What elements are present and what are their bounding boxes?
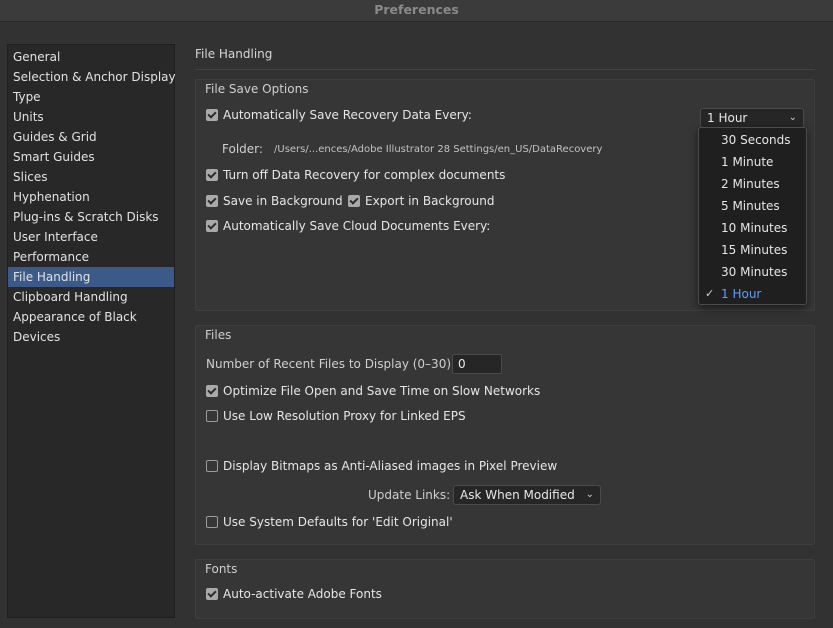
sidebar-item-file-handling[interactable]: File Handling (8, 267, 174, 287)
sidebar-item-plugins-scratch-disks[interactable]: Plug-ins & Scratch Disks (8, 207, 174, 227)
turn-off-recovery-label: Turn off Data Recovery for complex docum… (223, 168, 506, 182)
system-defaults-checkbox[interactable] (206, 516, 218, 528)
dropdown-option-2-minutes[interactable]: 2 Minutes (699, 173, 806, 195)
low-res-proxy-label: Use Low Resolution Proxy for Linked EPS (223, 409, 466, 423)
folder-path[interactable]: /Users/...ences/Adobe Illustrator 28 Set… (274, 144, 602, 155)
sidebar-item-appearance-of-black[interactable]: Appearance of Black (8, 307, 174, 327)
chevron-down-icon: ⌄ (788, 112, 797, 123)
sidebar-item-units[interactable]: Units (8, 107, 174, 127)
checkmark-icon: ✓ (705, 287, 715, 300)
dropdown-option-30-seconds[interactable]: 30 Seconds (699, 129, 806, 151)
update-links-label: Update Links: (368, 488, 451, 502)
save-in-background-row[interactable]: Save in Background (206, 192, 343, 210)
recovery-interval-select[interactable]: 1 Hour ⌄ (700, 108, 804, 128)
system-defaults-row[interactable]: Use System Defaults for 'Edit Original' (206, 513, 453, 531)
sidebar-item-devices[interactable]: Devices (8, 327, 174, 347)
sidebar-item-guides-grid[interactable]: Guides & Grid (8, 127, 174, 147)
sidebar-item-performance[interactable]: Performance (8, 247, 174, 267)
sidebar-item-clipboard-handling[interactable]: Clipboard Handling (8, 287, 174, 307)
export-in-background-row[interactable]: Export in Background (348, 192, 494, 210)
recovery-interval-value: 1 Hour (707, 111, 748, 125)
auto-activate-fonts-label: Auto-activate Adobe Fonts (223, 587, 382, 601)
sidebar-item-user-interface[interactable]: User Interface (8, 227, 174, 247)
save-in-background-label: Save in Background (223, 194, 343, 208)
optimize-checkbox[interactable] (206, 385, 218, 397)
anti-aliased-checkbox[interactable] (206, 460, 218, 472)
auto-activate-fonts-checkbox[interactable] (206, 588, 218, 600)
dropdown-option-30-minutes[interactable]: 30 Minutes (699, 261, 806, 283)
sidebar-item-smart-guides[interactable]: Smart Guides (8, 147, 174, 167)
auto-save-cloud-checkbox[interactable] (206, 220, 218, 232)
auto-save-recovery-row[interactable]: Automatically Save Recovery Data Every: (206, 106, 472, 124)
file-save-options-title: File Save Options (205, 82, 309, 96)
export-in-background-checkbox[interactable] (348, 195, 360, 207)
anti-aliased-row[interactable]: Display Bitmaps as Anti-Aliased images i… (206, 457, 557, 475)
auto-save-cloud-label: Automatically Save Cloud Documents Every… (223, 219, 491, 233)
recent-files-input[interactable]: 0 (452, 354, 502, 374)
turn-off-recovery-checkbox[interactable] (206, 169, 218, 181)
sidebar-item-slices[interactable]: Slices (8, 167, 174, 187)
turn-off-recovery-row[interactable]: Turn off Data Recovery for complex docum… (206, 166, 505, 184)
system-defaults-label: Use System Defaults for 'Edit Original' (223, 515, 453, 529)
update-links-select[interactable]: Ask When Modified ⌄ (453, 485, 601, 505)
export-in-background-label: Export in Background (365, 194, 495, 208)
auto-activate-fonts-row[interactable]: Auto-activate Adobe Fonts (206, 585, 382, 603)
page-title: File Handling (195, 47, 273, 61)
chevron-down-icon: ⌄ (585, 489, 594, 500)
auto-save-cloud-row[interactable]: Automatically Save Cloud Documents Every… (206, 217, 490, 235)
window-title: Preferences (374, 2, 459, 17)
sidebar-item-general[interactable]: General (8, 47, 174, 67)
sidebar-item-hyphenation[interactable]: Hyphenation (8, 187, 174, 207)
dropdown-option-1-minute[interactable]: 1 Minute (699, 151, 806, 173)
files-title: Files (205, 328, 232, 342)
dropdown-option-5-minutes[interactable]: 5 Minutes (699, 195, 806, 217)
recent-files-label: Number of Recent Files to Display (0–30)… (206, 357, 456, 371)
sidebar-item-type[interactable]: Type (8, 87, 174, 107)
header-divider (195, 69, 815, 70)
fonts-title: Fonts (205, 562, 238, 576)
optimize-label: Optimize File Open and Save Time on Slow… (223, 384, 541, 398)
auto-save-recovery-label: Automatically Save Recovery Data Every: (223, 108, 472, 122)
low-res-proxy-checkbox[interactable] (206, 410, 218, 422)
title-bar: Preferences (0, 0, 833, 22)
dropdown-option-15-minutes[interactable]: 15 Minutes (699, 239, 806, 261)
recovery-interval-dropdown: 30 Seconds 1 Minute 2 Minutes 5 Minutes … (698, 127, 807, 305)
sidebar-item-selection-anchor-display[interactable]: Selection & Anchor Display (8, 67, 176, 87)
optimize-row[interactable]: Optimize File Open and Save Time on Slow… (206, 382, 540, 400)
dropdown-option-1-hour[interactable]: ✓ 1 Hour (699, 283, 806, 305)
dropdown-option-1-hour-label: 1 Hour (721, 287, 762, 301)
save-in-background-checkbox[interactable] (206, 195, 218, 207)
folder-label: Folder: (222, 142, 263, 156)
update-links-value: Ask When Modified (460, 488, 575, 502)
auto-save-recovery-checkbox[interactable] (206, 109, 218, 121)
anti-aliased-label: Display Bitmaps as Anti-Aliased images i… (223, 459, 558, 473)
preferences-sidebar: General Selection & Anchor Display Type … (7, 44, 176, 618)
dropdown-option-10-minutes[interactable]: 10 Minutes (699, 217, 806, 239)
low-res-proxy-row[interactable]: Use Low Resolution Proxy for Linked EPS (206, 407, 466, 425)
